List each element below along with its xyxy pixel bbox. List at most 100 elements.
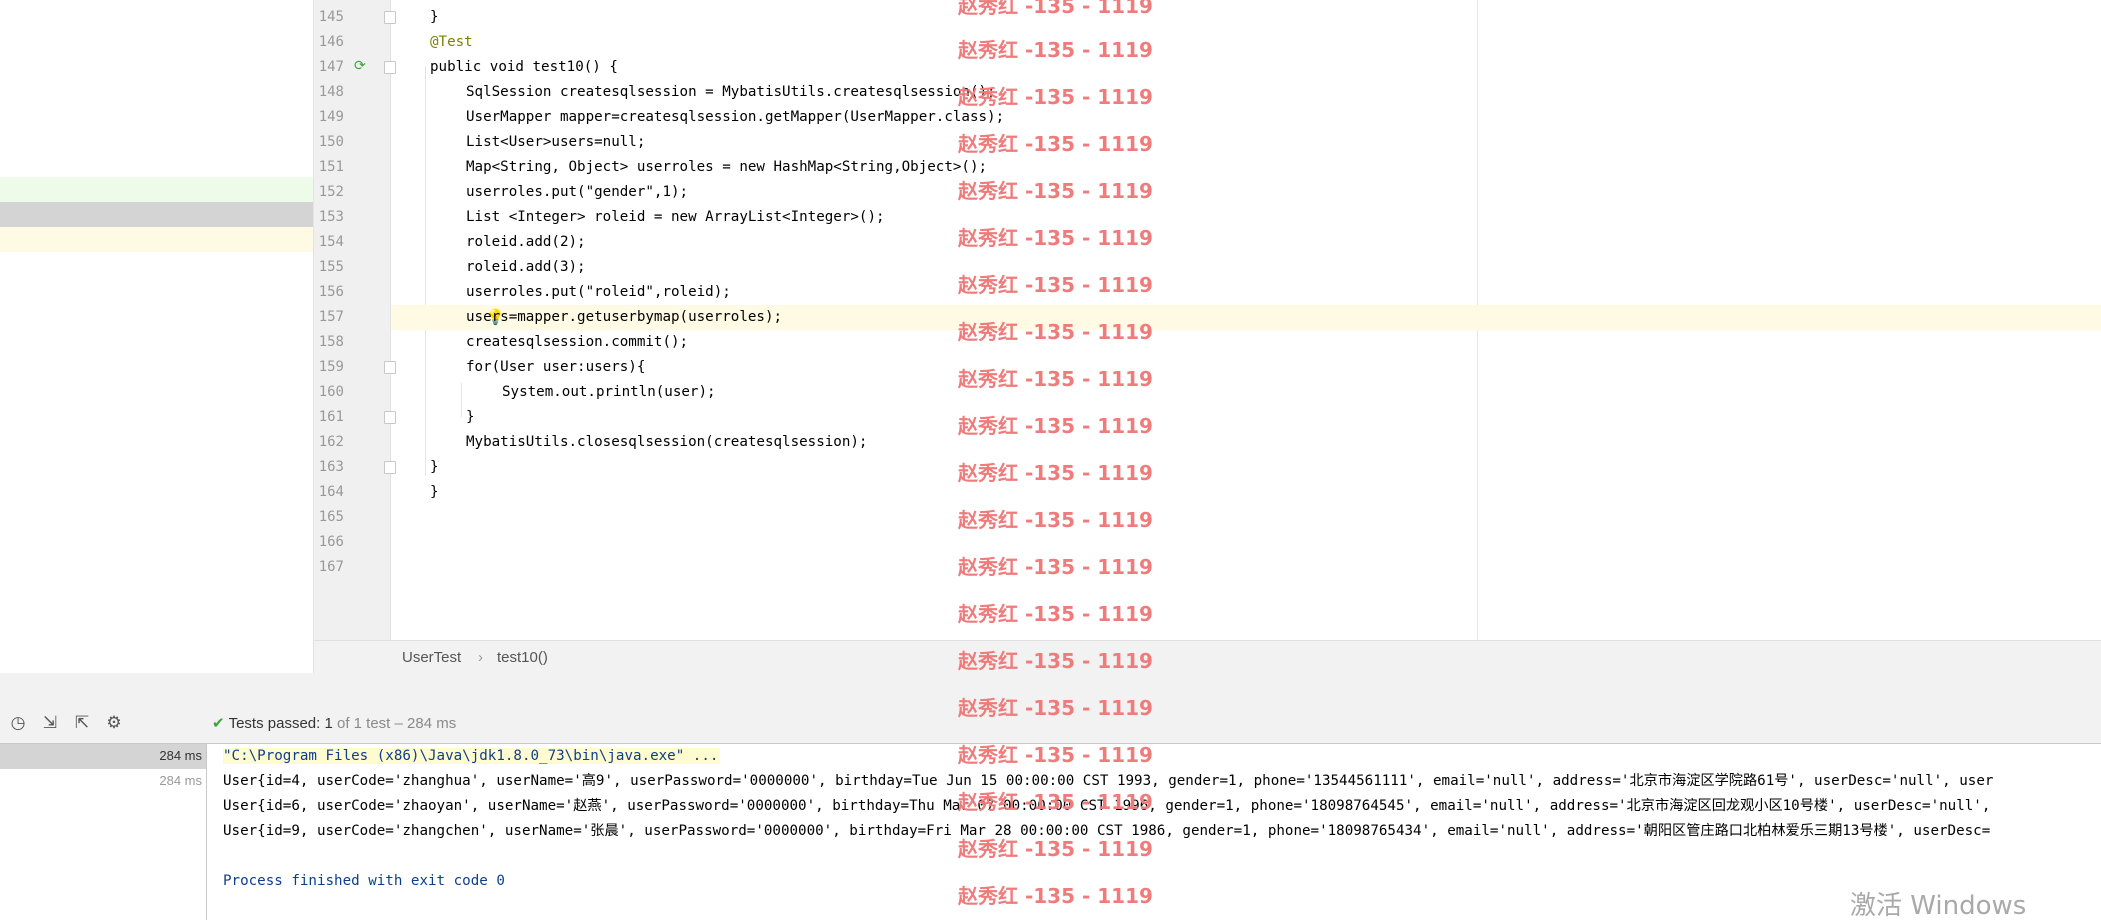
test-duration: 284 ms	[159, 748, 202, 763]
watermark: 赵秀红 -135 - 1119	[958, 555, 1153, 579]
line-number: 166	[318, 534, 344, 550]
gutter-line: 147 ⟳	[314, 55, 396, 80]
code-line[interactable]: UserMapper mapper=createsqlsession.getMa…	[391, 105, 2101, 130]
watermark: 赵秀红 -135 - 1119	[958, 837, 1153, 861]
code-editor[interactable]: 145 } 146 @Test 147 ⟳ public void test10…	[314, 0, 2101, 640]
line-number: 147	[318, 59, 344, 75]
test-status: ✔ Tests passed: 1 of 1 test – 284 ms	[212, 714, 456, 732]
code-text: }	[430, 459, 439, 475]
gutter-line: 151	[314, 155, 390, 180]
line-number: 160	[318, 384, 344, 400]
line-number: 161	[318, 409, 344, 425]
breadcrumb-method[interactable]: test10()	[497, 649, 548, 666]
line-number: 158	[318, 334, 344, 350]
gutter-line: 162	[314, 430, 390, 455]
line-number: 164	[318, 484, 344, 500]
code-line[interactable]: }	[391, 455, 2101, 480]
code-line[interactable]: roleid.add(2);	[391, 230, 2101, 255]
gutter-line: 150	[314, 130, 390, 155]
code-text: @Test	[430, 34, 473, 50]
check-icon: ✔	[212, 714, 225, 732]
code-text: }	[466, 409, 475, 425]
code-line[interactable]: SqlSession createsqlsession = MybatisUti…	[391, 80, 2101, 105]
code-text: users=mapper.getuserbymap(userroles);	[466, 309, 783, 325]
line-number: 146	[318, 34, 344, 50]
gutter-line: 157	[314, 305, 390, 330]
watermark: 赵秀红 -135 - 1119	[958, 226, 1153, 250]
line-number: 159	[318, 359, 344, 375]
watermark: 赵秀红 -135 - 1119	[958, 0, 1153, 18]
code-text: Map<String, Object> userroles = new Hash…	[466, 159, 988, 175]
watermark: 赵秀红 -135 - 1119	[958, 602, 1153, 626]
export-tests-icon[interactable]: ⇱	[72, 713, 92, 733]
gutter-line: 161	[314, 405, 396, 430]
left-tool-panel	[0, 0, 314, 673]
code-line-current[interactable]: 💡 users=mapper.getuserbymap(userroles);	[391, 305, 2101, 330]
settings-icon[interactable]: ⚙	[104, 713, 124, 733]
test-results-tree[interactable]: 284 ms 284 ms	[0, 744, 207, 920]
watermark: 赵秀红 -135 - 1119	[958, 696, 1153, 720]
gutter-line: 159	[314, 355, 396, 380]
code-line[interactable]: @Test	[391, 30, 2101, 55]
console-output[interactable]: "C:\Program Files (x86)\Java\jdk1.8.0_73…	[207, 744, 2101, 920]
line-number: 162	[318, 434, 344, 450]
code-line[interactable]: userroles.put("roleid",roleid);	[391, 280, 2101, 305]
run-test-icon[interactable]: ⟳	[354, 58, 366, 74]
watermark: 赵秀红 -135 - 1119	[958, 320, 1153, 344]
code-text: roleid.add(3);	[466, 259, 586, 275]
gutter-line: 165	[314, 505, 390, 530]
gutter-line: 153	[314, 205, 390, 230]
code-text: System.out.println(user);	[502, 384, 716, 400]
gutter-line: 158	[314, 330, 390, 355]
watermark: 赵秀红 -135 - 1119	[958, 414, 1153, 438]
line-number: 165	[318, 509, 344, 525]
gutter-line: 149	[314, 105, 390, 130]
line-number: 154	[318, 234, 344, 250]
code-line[interactable]: userroles.put("gender",1);	[391, 180, 2101, 205]
code-text: }	[430, 484, 439, 500]
code-text: List<User>users=null;	[466, 134, 646, 150]
watermark: 赵秀红 -135 - 1119	[958, 38, 1153, 62]
code-line[interactable]: }	[391, 405, 2101, 430]
code-text: userroles.put("gender",1);	[466, 184, 689, 200]
history-icon[interactable]: ◷	[8, 713, 28, 733]
tree-row-test[interactable]: 284 ms	[0, 769, 206, 794]
code-line[interactable]: for(User user:users){	[391, 355, 2101, 380]
code-line[interactable]: System.out.println(user);	[391, 380, 2101, 405]
strip-band-gray	[0, 202, 313, 227]
tree-row-root[interactable]: 284 ms	[0, 744, 206, 769]
code-text: MybatisUtils.closesqlsession(createsqlse…	[466, 434, 868, 450]
gutter-line: 145	[314, 5, 396, 30]
line-number: 163	[318, 459, 344, 475]
code-line[interactable]: roleid.add(3);	[391, 255, 2101, 280]
breadcrumb: UserTest › test10()	[314, 640, 2101, 674]
watermark: 赵秀红 -135 - 1119	[958, 179, 1153, 203]
line-number: 150	[318, 134, 344, 150]
java-command[interactable]: "C:\Program Files (x86)\Java\jdk1.8.0_73…	[223, 748, 721, 764]
activate-windows-notice: 激活 Windows	[1850, 891, 2027, 921]
line-number: 153	[318, 209, 344, 225]
gutter-line: 167	[314, 555, 390, 580]
breadcrumb-class[interactable]: UserTest	[402, 649, 461, 666]
strip-band-yellow	[0, 227, 313, 252]
gutter-line: 148	[314, 80, 390, 105]
code-line[interactable]: public void test10() {	[391, 55, 2101, 80]
code-text: }	[430, 9, 439, 25]
code-line[interactable]: Map<String, Object> userroles = new Hash…	[391, 155, 2101, 180]
code-line[interactable]: createsqlsession.commit();	[391, 330, 2101, 355]
chevron-right-icon: ›	[478, 649, 483, 666]
console-line: "C:\Program Files (x86)\Java\jdk1.8.0_73…	[223, 744, 721, 769]
line-number: 156	[318, 284, 344, 300]
code-line[interactable]: }	[391, 480, 2101, 505]
gutter-line: 156	[314, 280, 390, 305]
code-line[interactable]: }	[391, 5, 2101, 30]
code-line[interactable]: List<User>users=null;	[391, 130, 2101, 155]
line-number: 157	[318, 309, 344, 325]
gutter-line: 164	[314, 480, 390, 505]
import-tests-icon[interactable]: ⇲	[40, 713, 60, 733]
watermark: 赵秀红 -135 - 1119	[958, 367, 1153, 391]
code-line[interactable]: MybatisUtils.closesqlsession(createsqlse…	[391, 430, 2101, 455]
code-line[interactable]: List <Integer> roleid = new ArrayList<In…	[391, 205, 2101, 230]
test-duration: 284 ms	[159, 773, 202, 788]
code-text: SqlSession createsqlsession = MybatisUti…	[466, 84, 996, 100]
